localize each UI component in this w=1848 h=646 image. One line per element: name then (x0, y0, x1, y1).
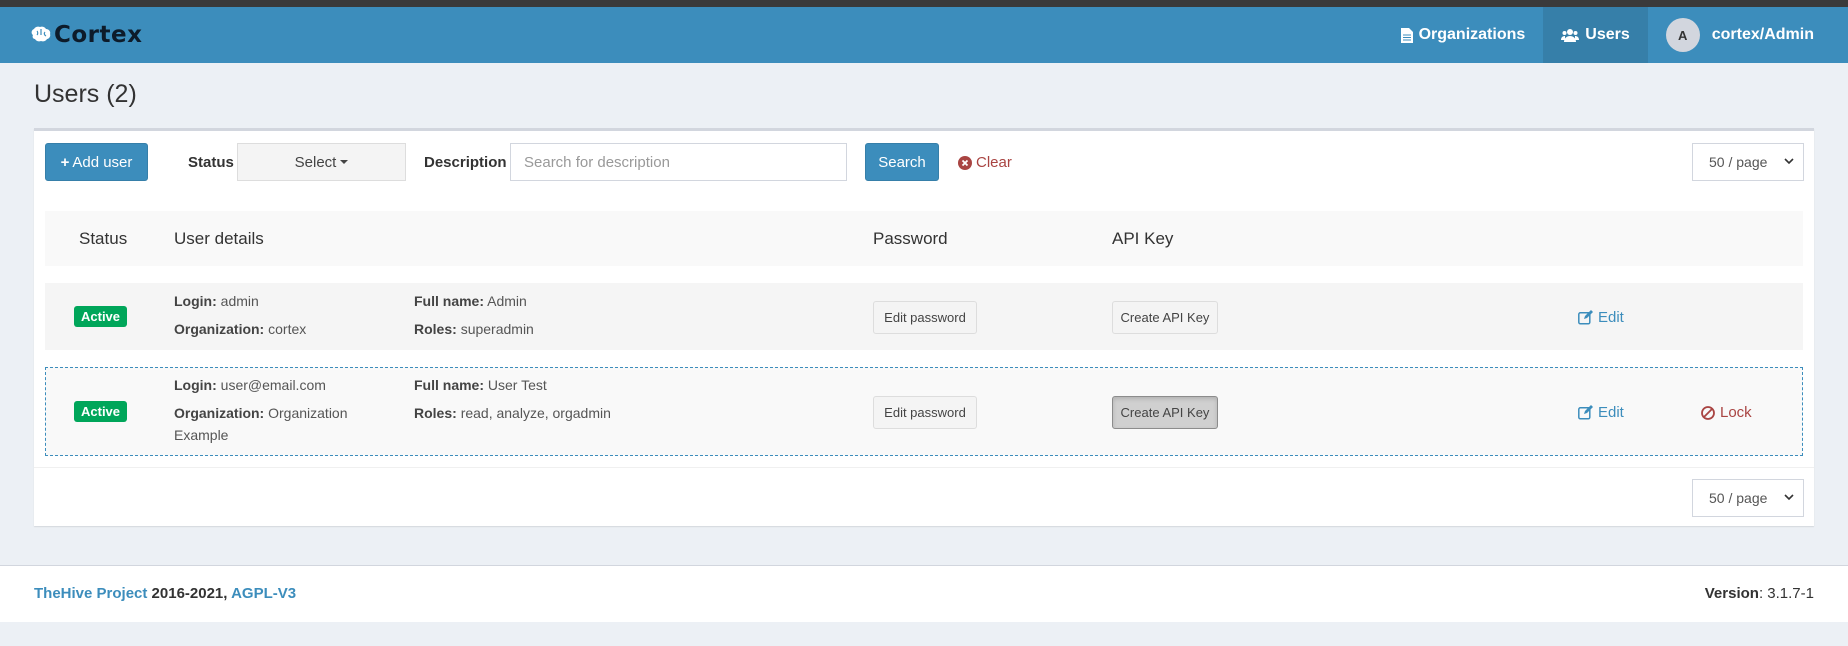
login-label: Login: (174, 377, 217, 393)
license-link[interactable]: AGPL-V3 (231, 585, 296, 602)
header-api-key: API Key (1112, 229, 1174, 248)
search-button[interactable]: Search (865, 143, 939, 181)
add-user-button[interactable]: + Add user (45, 143, 148, 181)
fullname-label: Full name: (414, 377, 485, 393)
lock-user-link[interactable]: Lock (1701, 404, 1752, 421)
user-login-org: Login: user@email.com Organization: Orga… (174, 374, 374, 446)
header-password: Password (873, 229, 948, 248)
users-icon (1561, 28, 1580, 42)
brain-icon (31, 26, 51, 42)
divider (34, 467, 1814, 468)
times-circle-icon (958, 155, 972, 170)
login-value: admin (220, 293, 259, 309)
create-api-key-label: Create API Key (1120, 310, 1210, 325)
fullname-value: User Test (487, 377, 547, 393)
chevron-down-icon (1784, 158, 1794, 165)
nav-users-label: Users (1585, 26, 1630, 43)
organization-label: Organization: (174, 321, 265, 337)
status-select-label: Select (294, 153, 337, 171)
status-badge: Active (74, 401, 128, 422)
roles-value: read, analyze, orgadmin (460, 405, 611, 421)
login-value: user@email.com (220, 377, 326, 393)
version-label: Version (1704, 585, 1759, 602)
page-size-select-top[interactable]: 50 / page (1692, 143, 1804, 181)
description-search-input[interactable]: Search for description (510, 143, 847, 181)
edit-user-link[interactable]: Edit (1578, 309, 1624, 326)
fullname-value: Admin (487, 293, 527, 309)
add-user-label: Add user (72, 153, 133, 171)
roles-label: Roles: (414, 405, 457, 421)
nav-organizations[interactable]: Organizations (1383, 7, 1544, 63)
edit-icon (1578, 310, 1593, 325)
account-label: cortex/Admin (1711, 26, 1814, 43)
edit-label: Edit (1598, 404, 1624, 421)
chevron-down-icon (1784, 494, 1794, 501)
page-size-label: 50 / page (1709, 490, 1768, 506)
footer: TheHive Project 2016-2021, AGPL-V3 Versi… (0, 565, 1848, 622)
clear-button[interactable]: Clear (958, 154, 1012, 171)
thehive-project-link[interactable]: TheHive Project (34, 585, 147, 602)
organization-label: Organization: (174, 405, 265, 421)
status-badge: Active (74, 306, 128, 327)
create-api-key-button[interactable]: Create API Key (1112, 301, 1218, 334)
plus-icon: + (60, 153, 70, 171)
file-icon (1400, 27, 1413, 43)
header-user-details: User details (174, 229, 264, 248)
top-navbar: Cortex Organizations Users A cortex/Admi… (0, 7, 1848, 63)
search-button-label: Search (878, 153, 926, 171)
edit-password-label: Edit password (884, 310, 966, 325)
user-name-roles: Full name: Admin Roles: superadmin (414, 290, 534, 340)
edit-label: Edit (1598, 309, 1624, 326)
organization-value: cortex (268, 321, 307, 337)
caret-down-icon (340, 160, 349, 164)
clear-label: Clear (976, 154, 1012, 171)
description-placeholder: Search for description (524, 153, 670, 171)
create-api-key-button[interactable]: Create API Key (1112, 396, 1218, 429)
status-filter-label: Status (188, 154, 234, 171)
user-account-menu[interactable]: A cortex/Admin (1648, 7, 1848, 63)
version-value: : 3.1.7-1 (1758, 585, 1814, 602)
header-status: Status (79, 229, 128, 248)
window-top-strip (0, 0, 1848, 7)
edit-password-button[interactable]: Edit password (873, 301, 977, 334)
user-name-roles: Full name: User Test Roles: read, analyz… (414, 374, 611, 424)
user-login-org: Login: admin Organization: cortex (174, 290, 306, 340)
description-filter-label: Description (424, 154, 507, 171)
brand-name: Cortex (54, 22, 143, 48)
roles-value: superadmin (460, 321, 534, 337)
page-title: Users (2) (34, 80, 137, 108)
fullname-label: Full name: (414, 293, 485, 309)
edit-icon (1578, 405, 1593, 420)
avatar: A (1665, 18, 1700, 52)
edit-password-label: Edit password (884, 405, 966, 420)
status-select[interactable]: Select (237, 143, 406, 181)
users-panel: + Add user Status Select Description Sea… (34, 128, 1814, 526)
page-size-select-bottom[interactable]: 50 / page (1692, 479, 1804, 517)
create-api-key-label: Create API Key (1120, 405, 1210, 420)
footer-version: Version: 3.1.7-1 (1705, 585, 1814, 602)
page-size-label: 50 / page (1709, 154, 1768, 170)
edit-user-link[interactable]: Edit (1578, 404, 1624, 421)
ban-icon (1701, 405, 1715, 420)
brand-logo[interactable]: Cortex (30, 22, 142, 48)
roles-label: Roles: (414, 321, 457, 337)
copyright-years: 2016-2021, (147, 585, 232, 602)
lock-label: Lock (1720, 404, 1752, 421)
edit-password-button[interactable]: Edit password (873, 396, 977, 429)
nav-users[interactable]: Users (1543, 7, 1648, 63)
nav-organizations-label: Organizations (1418, 26, 1526, 43)
login-label: Login: (174, 293, 217, 309)
footer-copyright: TheHive Project 2016-2021, AGPL-V3 (34, 585, 296, 602)
